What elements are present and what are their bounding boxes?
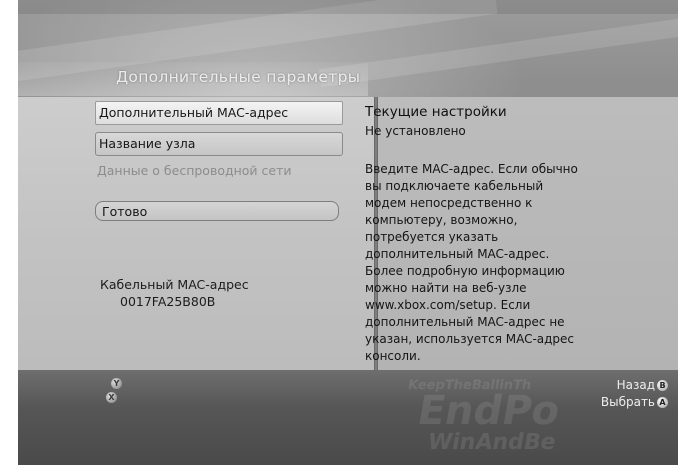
page-title: Дополнительные параметры xyxy=(116,68,361,86)
current-settings-value: Не установлено xyxy=(365,124,466,138)
done-button[interactable]: Готово xyxy=(95,201,339,221)
a-button-icon[interactable]: A xyxy=(657,397,668,408)
x-button-icon: X xyxy=(106,392,117,403)
back-label: Назад xyxy=(616,378,655,392)
cable-mac-value: 0017FA25B80B xyxy=(120,294,216,309)
menu-item-additional-mac[interactable]: Дополнительный MAC-адрес xyxy=(95,101,343,125)
y-button-icon: Y xyxy=(111,378,122,389)
help-text: Введите MAC-адрес. Если обычно вы подклю… xyxy=(365,162,578,363)
b-button-icon[interactable]: B xyxy=(657,380,668,391)
background-shadow xyxy=(18,0,678,14)
cable-mac-label: Кабельный MAC-адрес xyxy=(100,277,249,292)
watermark-text: EndPo xyxy=(413,388,564,434)
watermark-text: WinAndBe xyxy=(425,430,558,455)
current-settings-heading: Текущие настройки xyxy=(365,104,507,120)
menu-item-wireless-settings: Данные о беспроводной сети xyxy=(97,163,292,178)
select-label: Выбрать xyxy=(600,395,655,409)
menu-item-hostname[interactable]: Название узла xyxy=(95,132,343,156)
